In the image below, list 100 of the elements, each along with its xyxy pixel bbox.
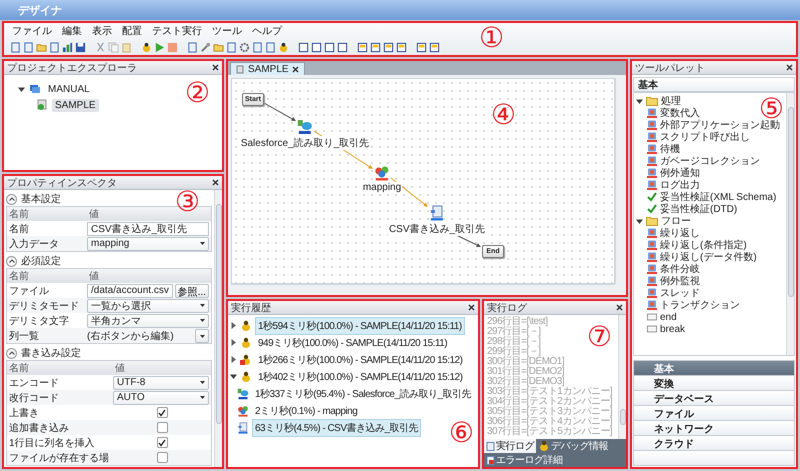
gear-icon[interactable]: [239, 42, 250, 52]
frame-icon[interactable]: [311, 42, 322, 52]
tool-item[interactable]: スクリプト呼び出し: [660, 130, 750, 144]
tool-item[interactable]: ガベージコレクション: [660, 154, 760, 168]
category-button[interactable]: ファイル: [633, 405, 795, 421]
menu-item[interactable]: ツール: [208, 24, 246, 38]
close-icon[interactable]: [212, 179, 219, 186]
history-entry[interactable]: 1秒402ミリ秒(100.0%) - SAMPLE(14/11/20 15:12): [255, 368, 466, 386]
checkbox[interactable]: [156, 437, 168, 448]
folder-label[interactable]: 処理: [661, 94, 681, 108]
menu-item[interactable]: ファイル: [8, 24, 56, 38]
expand-arrow-icon[interactable]: [230, 322, 237, 329]
log-tab[interactable]: エラーログ詳細: [484, 453, 564, 467]
tool-item[interactable]: 変数代入: [660, 106, 700, 120]
category-button[interactable]: データベース: [633, 390, 795, 406]
collapse-arrow-icon[interactable]: [18, 86, 25, 92]
document-tab[interactable]: SAMPLE: [230, 62, 305, 75]
category-button[interactable]: 基本: [633, 360, 795, 376]
align-icon[interactable]: [383, 42, 394, 52]
collapse-button[interactable]: [6, 348, 17, 358]
tool-item[interactable]: 例外監視: [660, 274, 700, 288]
tree-item[interactable]: MANUAL: [45, 82, 93, 96]
document-icon[interactable]: [265, 42, 276, 52]
close-icon[interactable]: [212, 64, 219, 71]
dropdown[interactable]: UTF-8: [113, 376, 209, 390]
menu-item[interactable]: 編集: [58, 24, 86, 38]
text-field[interactable]: /data/account.csv: [87, 284, 173, 298]
scrollbar[interactable]: [214, 190, 222, 467]
dropdown[interactable]: 半角カンマ: [87, 314, 209, 328]
wrench-icon[interactable]: [200, 42, 211, 52]
document-icon[interactable]: [49, 42, 60, 52]
tool-item[interactable]: break: [660, 324, 686, 334]
collapse-arrow-icon[interactable]: [230, 373, 237, 380]
tool-item[interactable]: 繰り返し: [660, 226, 700, 240]
collapse-button[interactable]: [6, 256, 17, 266]
history-entry[interactable]: 2ミリ秒(0.1%) - mapping: [252, 402, 360, 420]
tool-item[interactable]: 繰り返し(データ件数): [660, 250, 757, 264]
align-icon[interactable]: [396, 42, 407, 52]
tool-item[interactable]: 例外通知: [660, 166, 700, 180]
history-entry[interactable]: 63ミリ秒(4.5%) - CSV書き込み_取引先: [252, 418, 422, 436]
document-icon[interactable]: [252, 42, 263, 52]
close-icon[interactable]: [786, 64, 793, 71]
category-button[interactable]: クラウド: [633, 435, 795, 451]
document-icon[interactable]: [23, 42, 34, 52]
tool-item[interactable]: 待機: [660, 142, 680, 156]
folder-icon[interactable]: [36, 42, 47, 52]
align-icon[interactable]: [416, 42, 427, 52]
dropdown[interactable]: AUTO: [113, 390, 209, 404]
tool-item[interactable]: スレッド: [660, 286, 700, 300]
collapse-arrow-icon[interactable]: [636, 218, 643, 224]
tool-item[interactable]: 妥当性検証(DTD): [660, 202, 738, 216]
tool-item[interactable]: 条件分岐: [660, 262, 700, 276]
log-tab[interactable]: 実行ログ: [484, 439, 536, 453]
checkbox[interactable]: [156, 407, 168, 418]
align-icon[interactable]: [357, 42, 368, 52]
scrollbar[interactable]: [786, 93, 794, 355]
frame-icon[interactable]: [324, 42, 335, 52]
checkbox[interactable]: [156, 452, 168, 463]
group-header[interactable]: 基本: [633, 77, 795, 92]
tool-item[interactable]: ログ出力: [660, 178, 700, 192]
frame-icon[interactable]: [298, 42, 309, 52]
expand-arrow-icon[interactable]: [230, 339, 237, 346]
menu-item[interactable]: ヘルプ: [248, 24, 286, 38]
chart-icon[interactable]: [62, 42, 73, 52]
dropdown[interactable]: mapping: [87, 236, 209, 250]
browse-button[interactable]: 参照...: [174, 284, 209, 298]
log-tab[interactable]: デバッグ情報: [536, 439, 610, 453]
align-icon[interactable]: [370, 42, 381, 52]
dropdown[interactable]: 一覧から選択: [87, 298, 209, 312]
history-entry[interactable]: 1秒266ミリ秒(100.0%) - SAMPLE(14/11/20 15:12): [255, 350, 466, 368]
category-button[interactable]: ネットワーク: [633, 420, 795, 436]
tool-item[interactable]: end: [660, 312, 677, 322]
folder-label[interactable]: フロー: [661, 214, 691, 228]
document-icon[interactable]: [10, 42, 21, 52]
expand-arrow-icon[interactable]: [230, 356, 237, 363]
tool-item[interactable]: トランザクション: [660, 298, 740, 312]
save-icon[interactable]: [75, 42, 86, 52]
menu-item[interactable]: 表示: [88, 24, 116, 38]
folder-icon[interactable]: [213, 42, 224, 52]
tree-item[interactable]: SAMPLE: [52, 98, 99, 112]
tool-item[interactable]: 繰り返し(条件指定): [660, 238, 747, 252]
history-entry[interactable]: 949ミリ秒(100.0%) - SAMPLE(14/11/20 15:11): [255, 334, 450, 352]
collapse-arrow-icon[interactable]: [636, 98, 643, 104]
dropdown-button[interactable]: [195, 328, 209, 342]
frame-icon[interactable]: [337, 42, 348, 52]
checkbox[interactable]: [156, 422, 168, 433]
menu-item[interactable]: テスト実行: [148, 24, 206, 38]
close-icon[interactable]: [292, 66, 299, 72]
menu-item[interactable]: 配置: [118, 24, 146, 38]
history-entry[interactable]: 1秒337ミリ秒(95.4%) - Salesforce_読み取り_取引先: [252, 384, 474, 402]
close-icon[interactable]: [616, 304, 623, 311]
text-field[interactable]: CSV書き込み_取引先: [87, 222, 209, 236]
collapse-button[interactable]: [6, 194, 17, 204]
scrollbar[interactable]: [618, 315, 626, 439]
history-entry[interactable]: 1秒594ミリ秒(100.0%) - SAMPLE(14/11/20 15:11): [255, 316, 465, 334]
close-icon[interactable]: [468, 304, 475, 311]
align-icon[interactable]: [429, 42, 440, 52]
document-icon[interactable]: [226, 42, 237, 52]
tool-item[interactable]: 妥当性検証(XML Schema): [660, 190, 776, 204]
document-icon[interactable]: [187, 42, 198, 52]
